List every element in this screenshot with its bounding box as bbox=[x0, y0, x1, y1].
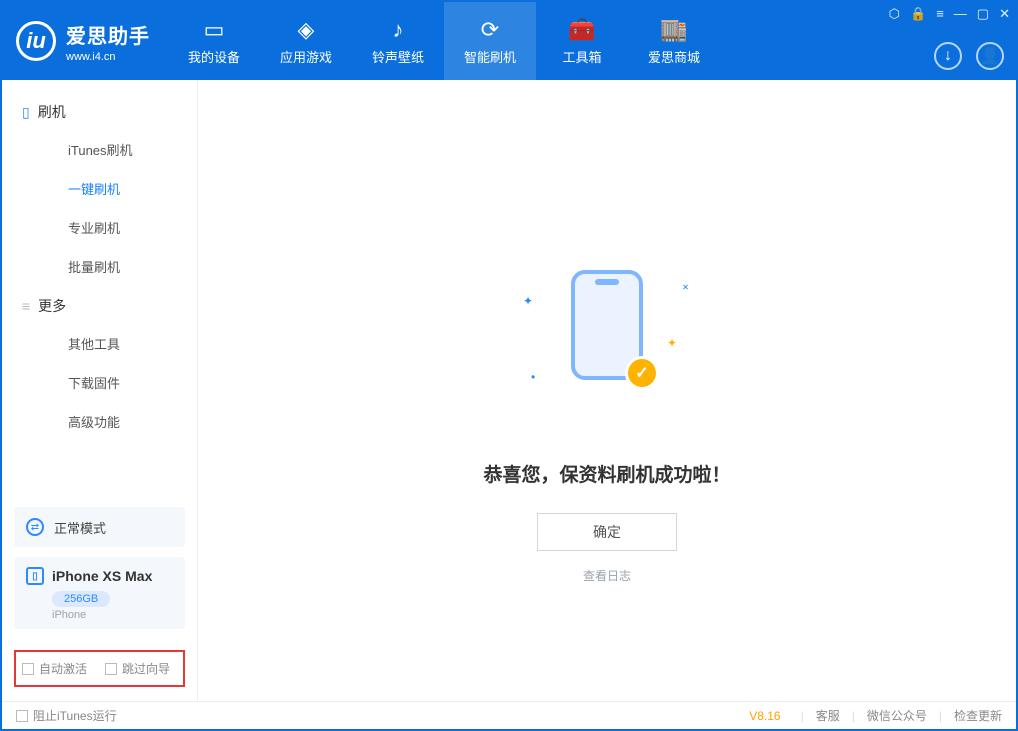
menu-icon: ≡ bbox=[22, 298, 30, 314]
top-tab-icon: ⟳ bbox=[481, 17, 499, 43]
checkbox-icon bbox=[22, 663, 34, 675]
footer: 阻止iTunes运行 V8.16 | 客服 | 微信公众号 | 检查更新 bbox=[2, 701, 1016, 729]
top-tab-label: 工具箱 bbox=[562, 47, 601, 66]
device-icon: ▯ bbox=[22, 104, 30, 121]
top-tab-label: 铃声壁纸 bbox=[372, 47, 424, 66]
sidebar-group-header: ≡ 更多 bbox=[22, 296, 197, 316]
sparkle-icon: ✦ bbox=[523, 294, 533, 308]
top-tab-icon: ◈ bbox=[298, 17, 315, 43]
sidebar-item[interactable]: 一键刷机 bbox=[22, 169, 197, 208]
top-tab-1[interactable]: ◈ 应用游戏 bbox=[260, 2, 352, 80]
auto-activate-checkbox[interactable]: 自动激活 bbox=[22, 660, 87, 677]
brand-logo-icon: iu bbox=[16, 21, 56, 61]
top-tab-4[interactable]: 🧰 工具箱 bbox=[536, 2, 628, 80]
device-mode-card[interactable]: ⇄ 正常模式 bbox=[14, 507, 185, 547]
skip-guide-checkbox[interactable]: 跳过向导 bbox=[105, 660, 170, 677]
sidebar-group-header: ▯ 刷机 bbox=[22, 102, 197, 122]
top-tab-icon: 🏬 bbox=[660, 17, 687, 43]
footer-link-update[interactable]: 检查更新 bbox=[954, 707, 1002, 724]
checkbox-icon bbox=[16, 710, 28, 722]
top-tab-label: 我的设备 bbox=[188, 47, 240, 66]
checkbox-icon bbox=[105, 663, 117, 675]
sidebar-item[interactable]: 其他工具 bbox=[22, 324, 197, 363]
sparkle-icon: ✦ bbox=[667, 336, 677, 350]
sidebar-item[interactable]: 高级功能 bbox=[22, 402, 197, 441]
footer-link-wechat[interactable]: 微信公众号 bbox=[867, 707, 927, 724]
lock-icon[interactable]: 🔒 bbox=[910, 6, 926, 22]
success-illustration: ✦ + • ✦ ✓ bbox=[517, 270, 697, 390]
sidebar-item[interactable]: 专业刷机 bbox=[22, 208, 197, 247]
top-tab-icon: ♪ bbox=[393, 17, 404, 43]
success-message: 恭喜您，保资料刷机成功啦！ bbox=[483, 460, 730, 487]
sparkle-icon: • bbox=[531, 370, 535, 384]
top-tab-3[interactable]: ⟳ 智能刷机 bbox=[444, 2, 536, 80]
checks-highlight-box: 自动激活 跳过向导 bbox=[14, 650, 185, 687]
menu-icon[interactable]: ≡ bbox=[936, 6, 944, 22]
check-badge-icon: ✓ bbox=[625, 356, 659, 390]
footer-link-support[interactable]: 客服 bbox=[816, 707, 840, 724]
top-tab-label: 应用游戏 bbox=[280, 47, 332, 66]
main-content: ✦ + • ✦ ✓ 恭喜您，保资料刷机成功啦！ 确定 查看日志 bbox=[198, 80, 1016, 701]
top-tab-0[interactable]: ▭ 我的设备 bbox=[168, 2, 260, 80]
device-mode-label: 正常模式 bbox=[54, 518, 106, 537]
brand-title: 爱思助手 bbox=[66, 20, 150, 49]
header: iu 爱思助手 www.i4.cn ▭ 我的设备 ◈ 应用游戏 ♪ 铃声壁纸 ⟳ 智能刷机 🧰 工… bbox=[2, 2, 1016, 80]
minimize-icon[interactable]: — bbox=[954, 6, 967, 22]
sidebar-item[interactable]: 下载固件 bbox=[22, 363, 197, 402]
device-card[interactable]: ▯ iPhone XS Max 256GB iPhone bbox=[14, 557, 185, 629]
top-tab-label: 智能刷机 bbox=[464, 47, 516, 66]
top-tab-label: 爱思商城 bbox=[648, 47, 700, 66]
maximize-icon[interactable]: ▢ bbox=[977, 6, 989, 22]
brand-subtitle: www.i4.cn bbox=[66, 51, 150, 63]
sidebar-item[interactable]: 批量刷机 bbox=[22, 247, 197, 286]
phone-icon: ▯ bbox=[26, 567, 44, 585]
confirm-button[interactable]: 确定 bbox=[537, 513, 677, 551]
shirt-icon[interactable]: ⬡ bbox=[889, 6, 900, 22]
device-capacity: 256GB bbox=[52, 591, 110, 607]
mode-icon: ⇄ bbox=[26, 518, 44, 536]
device-type: iPhone bbox=[52, 609, 173, 621]
top-tabs: ▭ 我的设备 ◈ 应用游戏 ♪ 铃声壁纸 ⟳ 智能刷机 🧰 工具箱 🏬 爱思商城 bbox=[168, 2, 720, 80]
block-itunes-checkbox[interactable]: 阻止iTunes运行 bbox=[16, 707, 117, 724]
download-icon[interactable]: ↓ bbox=[934, 42, 962, 70]
top-tab-5[interactable]: 🏬 爱思商城 bbox=[628, 2, 720, 80]
sidebar-group-title: 刷机 bbox=[38, 102, 66, 122]
brand[interactable]: iu 爱思助手 www.i4.cn bbox=[2, 2, 168, 80]
top-tab-icon: ▭ bbox=[204, 17, 225, 43]
device-name: iPhone XS Max bbox=[52, 568, 152, 584]
sidebar: ▯ 刷机 iTunes刷机一键刷机专业刷机批量刷机 ≡ 更多其他工具下载固件高级功能 ⇄… bbox=[2, 80, 198, 701]
sidebar-groups: ▯ 刷机 iTunes刷机一键刷机专业刷机批量刷机 ≡ 更多其他工具下载固件高级功能 bbox=[2, 92, 197, 441]
view-log-link[interactable]: 查看日志 bbox=[583, 567, 631, 584]
window-controls: ⬡ 🔒 ≡ — ▢ ✕ bbox=[889, 6, 1010, 22]
version-label: V8.16 bbox=[749, 709, 780, 723]
user-icon[interactable]: 👤 bbox=[976, 42, 1004, 70]
sparkle-icon: + bbox=[678, 280, 693, 295]
top-tab-2[interactable]: ♪ 铃声壁纸 bbox=[352, 2, 444, 80]
top-tab-icon: 🧰 bbox=[568, 17, 595, 43]
sidebar-group-title: 更多 bbox=[38, 296, 66, 316]
close-icon[interactable]: ✕ bbox=[999, 6, 1010, 22]
sidebar-item[interactable]: iTunes刷机 bbox=[22, 130, 197, 169]
